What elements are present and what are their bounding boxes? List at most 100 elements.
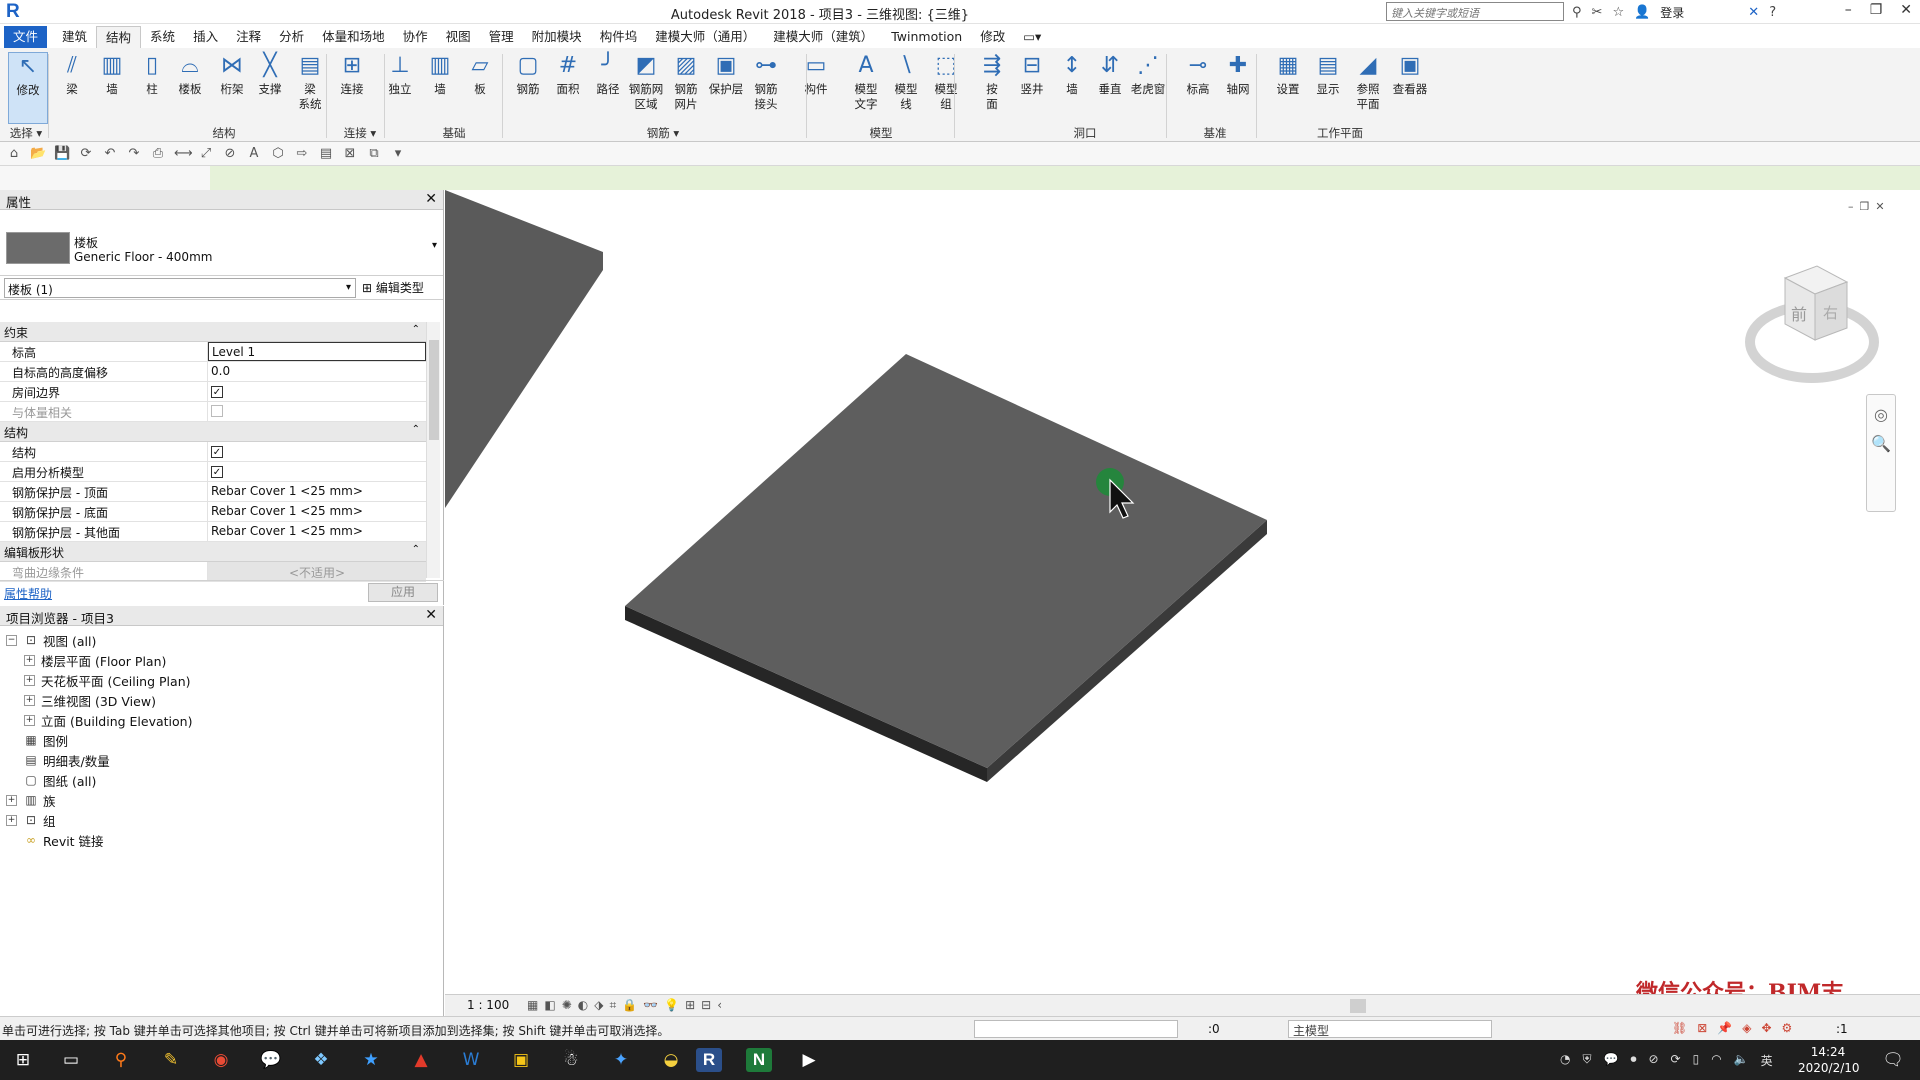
chevron-down-icon[interactable]: ▾	[432, 240, 437, 251]
checkbox[interactable]: ✓	[211, 446, 223, 458]
steering-wheel-icon[interactable]: ◎	[1867, 405, 1895, 424]
ribbon-group-label-0[interactable]: 选择 ▾	[4, 125, 48, 141]
sync-icon[interactable]: ⟳	[1671, 1052, 1681, 1069]
ribbon-button-0[interactable]: ↖ 修改	[8, 52, 48, 124]
ribbon-button-7[interactable]: ▤ 梁 系统	[290, 52, 330, 112]
chevron-down-icon[interactable]: ▾	[346, 282, 351, 293]
active-model-select[interactable]: 主模型	[1288, 1020, 1492, 1038]
viewport-canvas[interactable]: 前 右	[445, 190, 1920, 994]
ribbon-button-21[interactable]: ∖ 模型 线	[886, 52, 926, 112]
ribbon-button-28[interactable]: ⊸ 标高	[1178, 52, 1218, 97]
tree-node[interactable]: +▢图纸 (all)	[0, 770, 443, 790]
star-icon[interactable]: ☆	[1612, 5, 1624, 20]
filter-count[interactable]: :1	[1836, 1022, 1848, 1036]
ribbon-button-22[interactable]: ⬚ 模型 组	[926, 52, 966, 112]
horizontal-scroll-thumb[interactable]	[1350, 999, 1366, 1013]
tab-13[interactable]: 建模大师（通用）	[646, 26, 764, 48]
pen-app-icon[interactable]: ✎	[158, 1048, 184, 1072]
temp-view-icon[interactable]: ⊞	[685, 998, 695, 1013]
clock[interactable]: 14:24 2020/2/10	[1798, 1044, 1860, 1076]
ribbon-button-27[interactable]: ⋰ 老虎窗	[1128, 52, 1168, 97]
ribbon-button-2[interactable]: ▥ 墙	[92, 52, 132, 97]
camera-icon[interactable]: ⏺	[1630, 1052, 1636, 1069]
close-icon[interactable]: ✕	[425, 607, 437, 623]
pdf-icon[interactable]: ▲	[408, 1048, 434, 1072]
tree-node[interactable]: + ▥ 族	[0, 790, 443, 810]
ribbon-button-32[interactable]: ◢ 参照 平面	[1348, 52, 1388, 112]
ribbon-button-10[interactable]: ▥ 墙	[420, 52, 460, 97]
ribbon-button-11[interactable]: ▱ 板	[460, 52, 500, 97]
checkbox[interactable]: ✓	[211, 386, 223, 398]
tree-node[interactable]: + 楼层平面 (Floor Plan)	[0, 650, 443, 670]
shield-icon[interactable]: ⛨	[1582, 1052, 1591, 1069]
workset-select[interactable]	[974, 1020, 1178, 1038]
tag-icon[interactable]: ⊘	[222, 146, 238, 161]
shadows-icon[interactable]: ◐	[578, 998, 588, 1013]
tab-8[interactable]: 协作	[394, 26, 437, 48]
input-language[interactable]: 英	[1761, 1052, 1773, 1069]
redo-icon[interactable]: ↷	[126, 146, 142, 161]
close-icon[interactable]: ✕	[1875, 200, 1884, 213]
aligned-dimension-icon[interactable]: ⤢	[198, 146, 214, 161]
ribbon-button-20[interactable]: A 模型 文字	[846, 52, 886, 112]
ribbon-button-23[interactable]: ⇶ 按 面	[972, 52, 1012, 112]
ribbon-button-25[interactable]: ↕ 墙	[1052, 52, 1092, 97]
chat-app-icon[interactable]: ◒	[658, 1048, 684, 1072]
scrollbar-thumb[interactable]	[429, 340, 439, 440]
tree-node[interactable]: +∞Revit 链接	[0, 830, 443, 850]
tree-node[interactable]: + 三维视图 (3D View)	[0, 690, 443, 710]
search-icon[interactable]: ⚲	[108, 1048, 134, 1072]
ribbon-group-label-2[interactable]: 连接 ▾	[330, 125, 390, 141]
volume-icon[interactable]: 🔈	[1734, 1052, 1749, 1069]
ribbon-button-9[interactable]: ⊥ 独立	[380, 52, 420, 97]
checkbox[interactable]	[211, 405, 223, 417]
ribbon-group-label-7[interactable]: 基准	[1160, 125, 1270, 141]
tab-15[interactable]: Twinmotion	[882, 26, 971, 48]
tree-node[interactable]: + 天花板平面 (Ceiling Plan)	[0, 670, 443, 690]
tab-14[interactable]: 建模大师（建筑）	[764, 26, 882, 48]
restore-icon[interactable]: ❐	[1870, 2, 1883, 18]
viewcube[interactable]: 前 右	[1745, 265, 1879, 383]
open-icon[interactable]: 📂	[30, 146, 46, 161]
expand-icon[interactable]: +	[6, 794, 17, 806]
checkbox[interactable]: ✓	[211, 466, 223, 478]
expand-icon[interactable]: +	[24, 654, 35, 666]
close-icon[interactable]: ✕	[1900, 2, 1912, 18]
property-value[interactable]: Rebar Cover 1 <25 mm>	[208, 522, 426, 541]
ribbon-button-3[interactable]: ▯ 柱	[132, 52, 172, 97]
windows-start-icon[interactable]: ⊞	[10, 1048, 36, 1072]
ribbon-button-8[interactable]: ⊞ 连接	[332, 52, 372, 97]
tree-node[interactable]: + ⊡ 组	[0, 810, 443, 830]
ribbon-group-label-1[interactable]: 结构	[74, 125, 374, 141]
properties-scrollbar[interactable]	[426, 322, 440, 578]
network-app-icon[interactable]: ❖	[308, 1048, 334, 1072]
wechat-tray-icon[interactable]: 💬	[1604, 1052, 1619, 1069]
ribbon-button-1[interactable]: ⫽ 梁	[52, 52, 92, 97]
collapse-icon[interactable]: ⌃	[412, 544, 420, 555]
collapse-icon[interactable]: ⌃	[412, 424, 420, 435]
drag-elements-icon[interactable]: ✥	[1761, 1021, 1771, 1035]
ribbon-button-19[interactable]: ▭ 构件	[796, 52, 836, 97]
tree-node[interactable]: + 立面 (Building Elevation)	[0, 710, 443, 730]
chrome-icon[interactable]: ◉	[208, 1048, 234, 1072]
ribbon-group-label-8[interactable]: 工作平面	[1260, 125, 1420, 141]
collapse-icon[interactable]: ⌃	[412, 324, 420, 335]
ribbon-button-13[interactable]: # 面积	[548, 52, 588, 97]
property-value[interactable]: ✓	[208, 442, 426, 461]
word-icon[interactable]: W	[458, 1048, 484, 1072]
tab-12[interactable]: 构件坞	[591, 26, 647, 48]
ribbon-button-29[interactable]: ✚ 轴网	[1218, 52, 1258, 97]
expand-icon[interactable]: +	[24, 714, 35, 726]
property-value[interactable]: ✓	[208, 462, 426, 481]
browser-icon[interactable]: ✦	[608, 1048, 634, 1072]
qq-icon[interactable]: ☃	[558, 1048, 584, 1072]
tab-1[interactable]: 建筑	[53, 26, 96, 48]
ribbon-button-31[interactable]: ▤ 显示	[1308, 52, 1348, 97]
property-value[interactable]: <不适用>	[208, 562, 426, 581]
wifi-icon[interactable]: ◠	[1711, 1052, 1721, 1069]
ribbon-button-18[interactable]: ⊶ 钢筋 接头	[746, 52, 786, 112]
tab-2[interactable]: 结构	[96, 26, 142, 48]
expand-icon[interactable]: +	[6, 814, 17, 826]
instance-filter-select[interactable]: 楼板 (1) ▾	[4, 278, 356, 298]
edit-type-button[interactable]: ⊞ 编辑类型	[362, 279, 424, 296]
